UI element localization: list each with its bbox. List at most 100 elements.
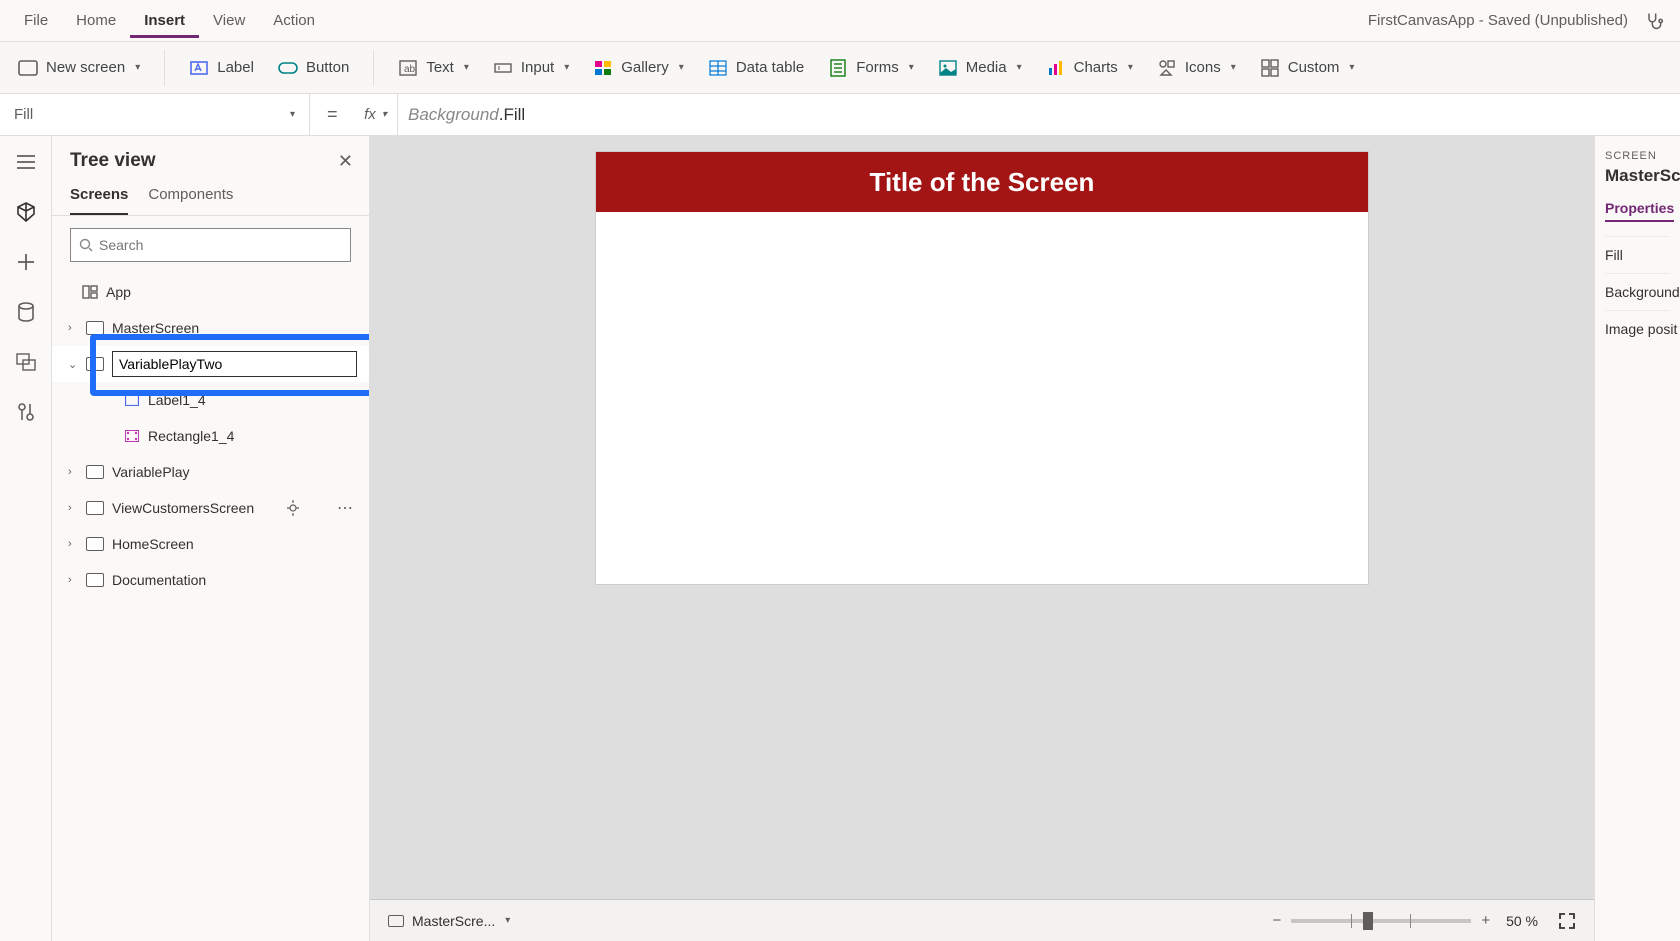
- app-icon: [82, 285, 98, 299]
- label-button[interactable]: Label: [189, 58, 254, 78]
- chevron-right-icon: ›: [68, 466, 82, 478]
- fullscreen-icon[interactable]: [1558, 912, 1576, 930]
- tab-screens[interactable]: Screens: [70, 186, 128, 215]
- screen-icon: [18, 58, 38, 78]
- text-icon: ab: [398, 58, 418, 78]
- shape-icon: [124, 429, 140, 443]
- panel-caption: SCREEN: [1605, 150, 1670, 162]
- tree-view-panel: Tree view ✕ Screens Components: [52, 136, 370, 941]
- zoom-slider[interactable]: [1291, 919, 1471, 923]
- charts-dropdown[interactable]: Charts▾: [1046, 58, 1133, 78]
- app-checker-icon[interactable]: [1638, 11, 1670, 31]
- tree-item-label1-4[interactable]: Label1_4: [52, 382, 369, 418]
- forms-dropdown[interactable]: Forms▾: [828, 58, 914, 78]
- media-rail-icon[interactable]: [14, 350, 38, 374]
- panel-object-name: MasterScre: [1605, 166, 1670, 186]
- hamburger-icon[interactable]: [14, 150, 38, 174]
- menu-home[interactable]: Home: [62, 4, 130, 37]
- svg-text:ab: ab: [404, 64, 416, 75]
- screen-thumb-icon: [86, 537, 104, 551]
- properties-panel: SCREEN MasterScre Properties Fill Backgr…: [1594, 136, 1680, 941]
- app-title: FirstCanvasApp - Saved (Unpublished): [1368, 12, 1638, 29]
- tree-item-documentation[interactable]: › Documentation: [52, 562, 369, 598]
- rename-input[interactable]: [112, 351, 357, 377]
- button-icon: [278, 58, 298, 78]
- prop-row-image-position[interactable]: Image posit: [1605, 310, 1670, 347]
- cursor-icon: [286, 499, 300, 517]
- data-icon[interactable]: [14, 300, 38, 324]
- ribbon: New screen▾ Label Button ab Text▾ Input▾…: [0, 42, 1680, 94]
- left-nav-rail: [0, 136, 52, 941]
- search-input[interactable]: [70, 228, 351, 262]
- screen-canvas[interactable]: Title of the Screen: [596, 152, 1368, 584]
- custom-dropdown[interactable]: Custom▾: [1260, 58, 1355, 78]
- label-icon: [189, 58, 209, 78]
- prop-row-fill[interactable]: Fill: [1605, 236, 1670, 273]
- media-dropdown[interactable]: Media▾: [938, 58, 1022, 78]
- insert-icon[interactable]: [14, 250, 38, 274]
- chevron-right-icon: ›: [68, 538, 82, 550]
- advanced-tools-icon[interactable]: [14, 400, 38, 424]
- zoom-out-button[interactable]: −: [1273, 912, 1282, 929]
- screen-thumb-icon: [86, 501, 104, 515]
- menu-view[interactable]: View: [199, 4, 259, 37]
- label-icon: [124, 393, 140, 407]
- tree-view-icon[interactable]: [14, 200, 38, 224]
- media-icon: [938, 58, 958, 78]
- tree-item-variableplay[interactable]: › VariablePlay: [52, 454, 369, 490]
- icons-icon: [1157, 58, 1177, 78]
- formula-input[interactable]: Background.Fill: [398, 105, 525, 125]
- tree-item-rename[interactable]: ⌄: [52, 346, 369, 382]
- menu-insert[interactable]: Insert: [130, 4, 199, 38]
- custom-icon: [1260, 58, 1280, 78]
- forms-icon: [828, 58, 848, 78]
- footer-screen-selector[interactable]: MasterScre... ▾: [388, 913, 510, 929]
- screen-thumb-icon: [86, 573, 104, 587]
- input-dropdown[interactable]: Input▾: [493, 58, 569, 78]
- menu-bar: File Home Insert View Action FirstCanvas…: [0, 0, 1680, 42]
- title-banner[interactable]: Title of the Screen: [596, 152, 1368, 212]
- menu-action[interactable]: Action: [259, 4, 329, 37]
- data-table-button[interactable]: Data table: [708, 58, 804, 78]
- tree-app-node[interactable]: App: [52, 274, 369, 310]
- tree-item-rectangle1-4[interactable]: Rectangle1_4: [52, 418, 369, 454]
- tree-view-title: Tree view: [70, 150, 156, 172]
- canvas-area: Title of the Screen MasterScre... ▾ − + …: [370, 136, 1594, 941]
- equals-label: =: [310, 104, 354, 125]
- more-icon[interactable]: ⋯: [337, 498, 355, 518]
- chevron-down-icon: ⌄: [68, 358, 82, 371]
- gallery-icon: [593, 58, 613, 78]
- screen-thumb-icon: [86, 321, 104, 335]
- close-icon[interactable]: ✕: [338, 151, 353, 172]
- input-icon: [493, 58, 513, 78]
- charts-icon: [1046, 58, 1066, 78]
- tree-item-homescreen[interactable]: › HomeScreen: [52, 526, 369, 562]
- text-dropdown[interactable]: ab Text▾: [398, 58, 469, 78]
- formula-bar: Fill ▾ = fx▾ Background.Fill: [0, 94, 1680, 136]
- zoom-value: 50: [1506, 913, 1522, 929]
- icons-dropdown[interactable]: Icons▾: [1157, 58, 1236, 78]
- new-screen-button[interactable]: New screen▾: [18, 58, 140, 78]
- tree-item-viewcustomers[interactable]: › ViewCustomersScreen ⋯: [52, 490, 369, 526]
- chevron-down-icon: ▾: [135, 62, 140, 73]
- tab-properties[interactable]: Properties: [1605, 200, 1674, 222]
- screen-thumb-icon: [86, 465, 104, 479]
- prop-row-background[interactable]: Background: [1605, 273, 1670, 310]
- tree-item-masterscreen[interactable]: › MasterScreen: [52, 310, 369, 346]
- chevron-down-icon: ▾: [290, 109, 295, 120]
- screen-thumb-icon: [388, 915, 404, 927]
- gallery-dropdown[interactable]: Gallery▾: [593, 58, 684, 78]
- menu-file[interactable]: File: [10, 4, 62, 37]
- button-button[interactable]: Button: [278, 58, 349, 78]
- chevron-right-icon: ›: [68, 502, 82, 514]
- chevron-right-icon: ›: [68, 574, 82, 586]
- fx-button[interactable]: fx▾: [354, 94, 398, 135]
- search-icon: [79, 238, 93, 252]
- property-selector[interactable]: Fill ▾: [0, 94, 310, 135]
- screen-thumb-icon: [86, 357, 104, 371]
- canvas-footer: MasterScre... ▾ − + 50 %: [370, 899, 1594, 941]
- chevron-down-icon: ▾: [505, 915, 510, 926]
- tab-components[interactable]: Components: [148, 186, 233, 215]
- zoom-in-button[interactable]: +: [1481, 912, 1490, 929]
- chevron-right-icon: ›: [68, 322, 82, 334]
